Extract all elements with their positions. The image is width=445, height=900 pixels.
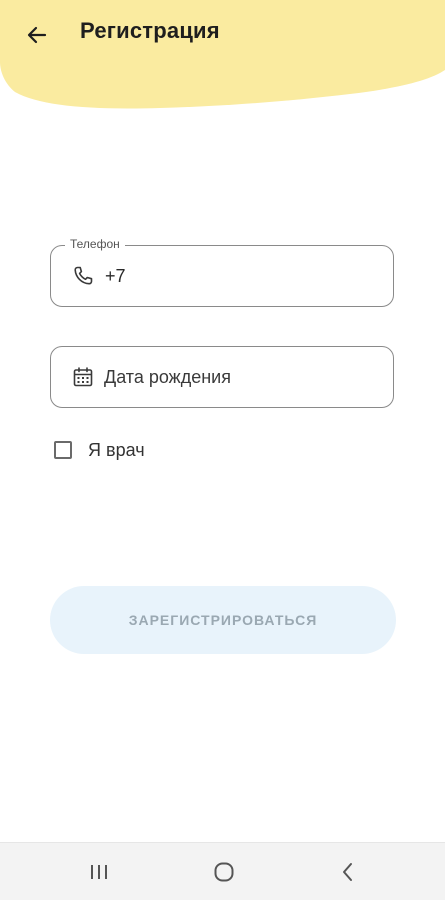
back-button[interactable] (16, 14, 58, 56)
recent-apps-button[interactable] (84, 857, 114, 887)
home-circle-icon (214, 862, 234, 882)
arrow-left-icon (27, 26, 47, 44)
header-background (0, 0, 445, 120)
doctor-checkbox[interactable] (54, 441, 72, 459)
page-title: Регистрация (80, 18, 220, 43)
birth-date-placeholder: Дата рождения (104, 367, 231, 387)
home-button[interactable] (209, 857, 239, 887)
register-button[interactable]: ЗАРЕГИСТРИРОВАТЬСЯ (50, 586, 396, 654)
doctor-checkbox-row[interactable]: Я врач (52, 437, 145, 463)
register-button-label: ЗАРЕГИСТРИРОВАТЬСЯ (128, 612, 318, 628)
phone-field[interactable]: Телефон +7 (50, 237, 394, 307)
doctor-checkbox-label: Я врач (88, 439, 145, 460)
birth-date-field[interactable]: Дата рождения (50, 346, 394, 408)
calendar-icon (73, 367, 93, 387)
system-nav-bar (0, 842, 445, 900)
phone-icon (74, 266, 93, 285)
phone-input-value[interactable]: +7 (105, 246, 126, 306)
chevron-left-icon (343, 863, 352, 881)
recent-apps-icon (91, 865, 107, 879)
system-back-button[interactable] (333, 857, 363, 887)
